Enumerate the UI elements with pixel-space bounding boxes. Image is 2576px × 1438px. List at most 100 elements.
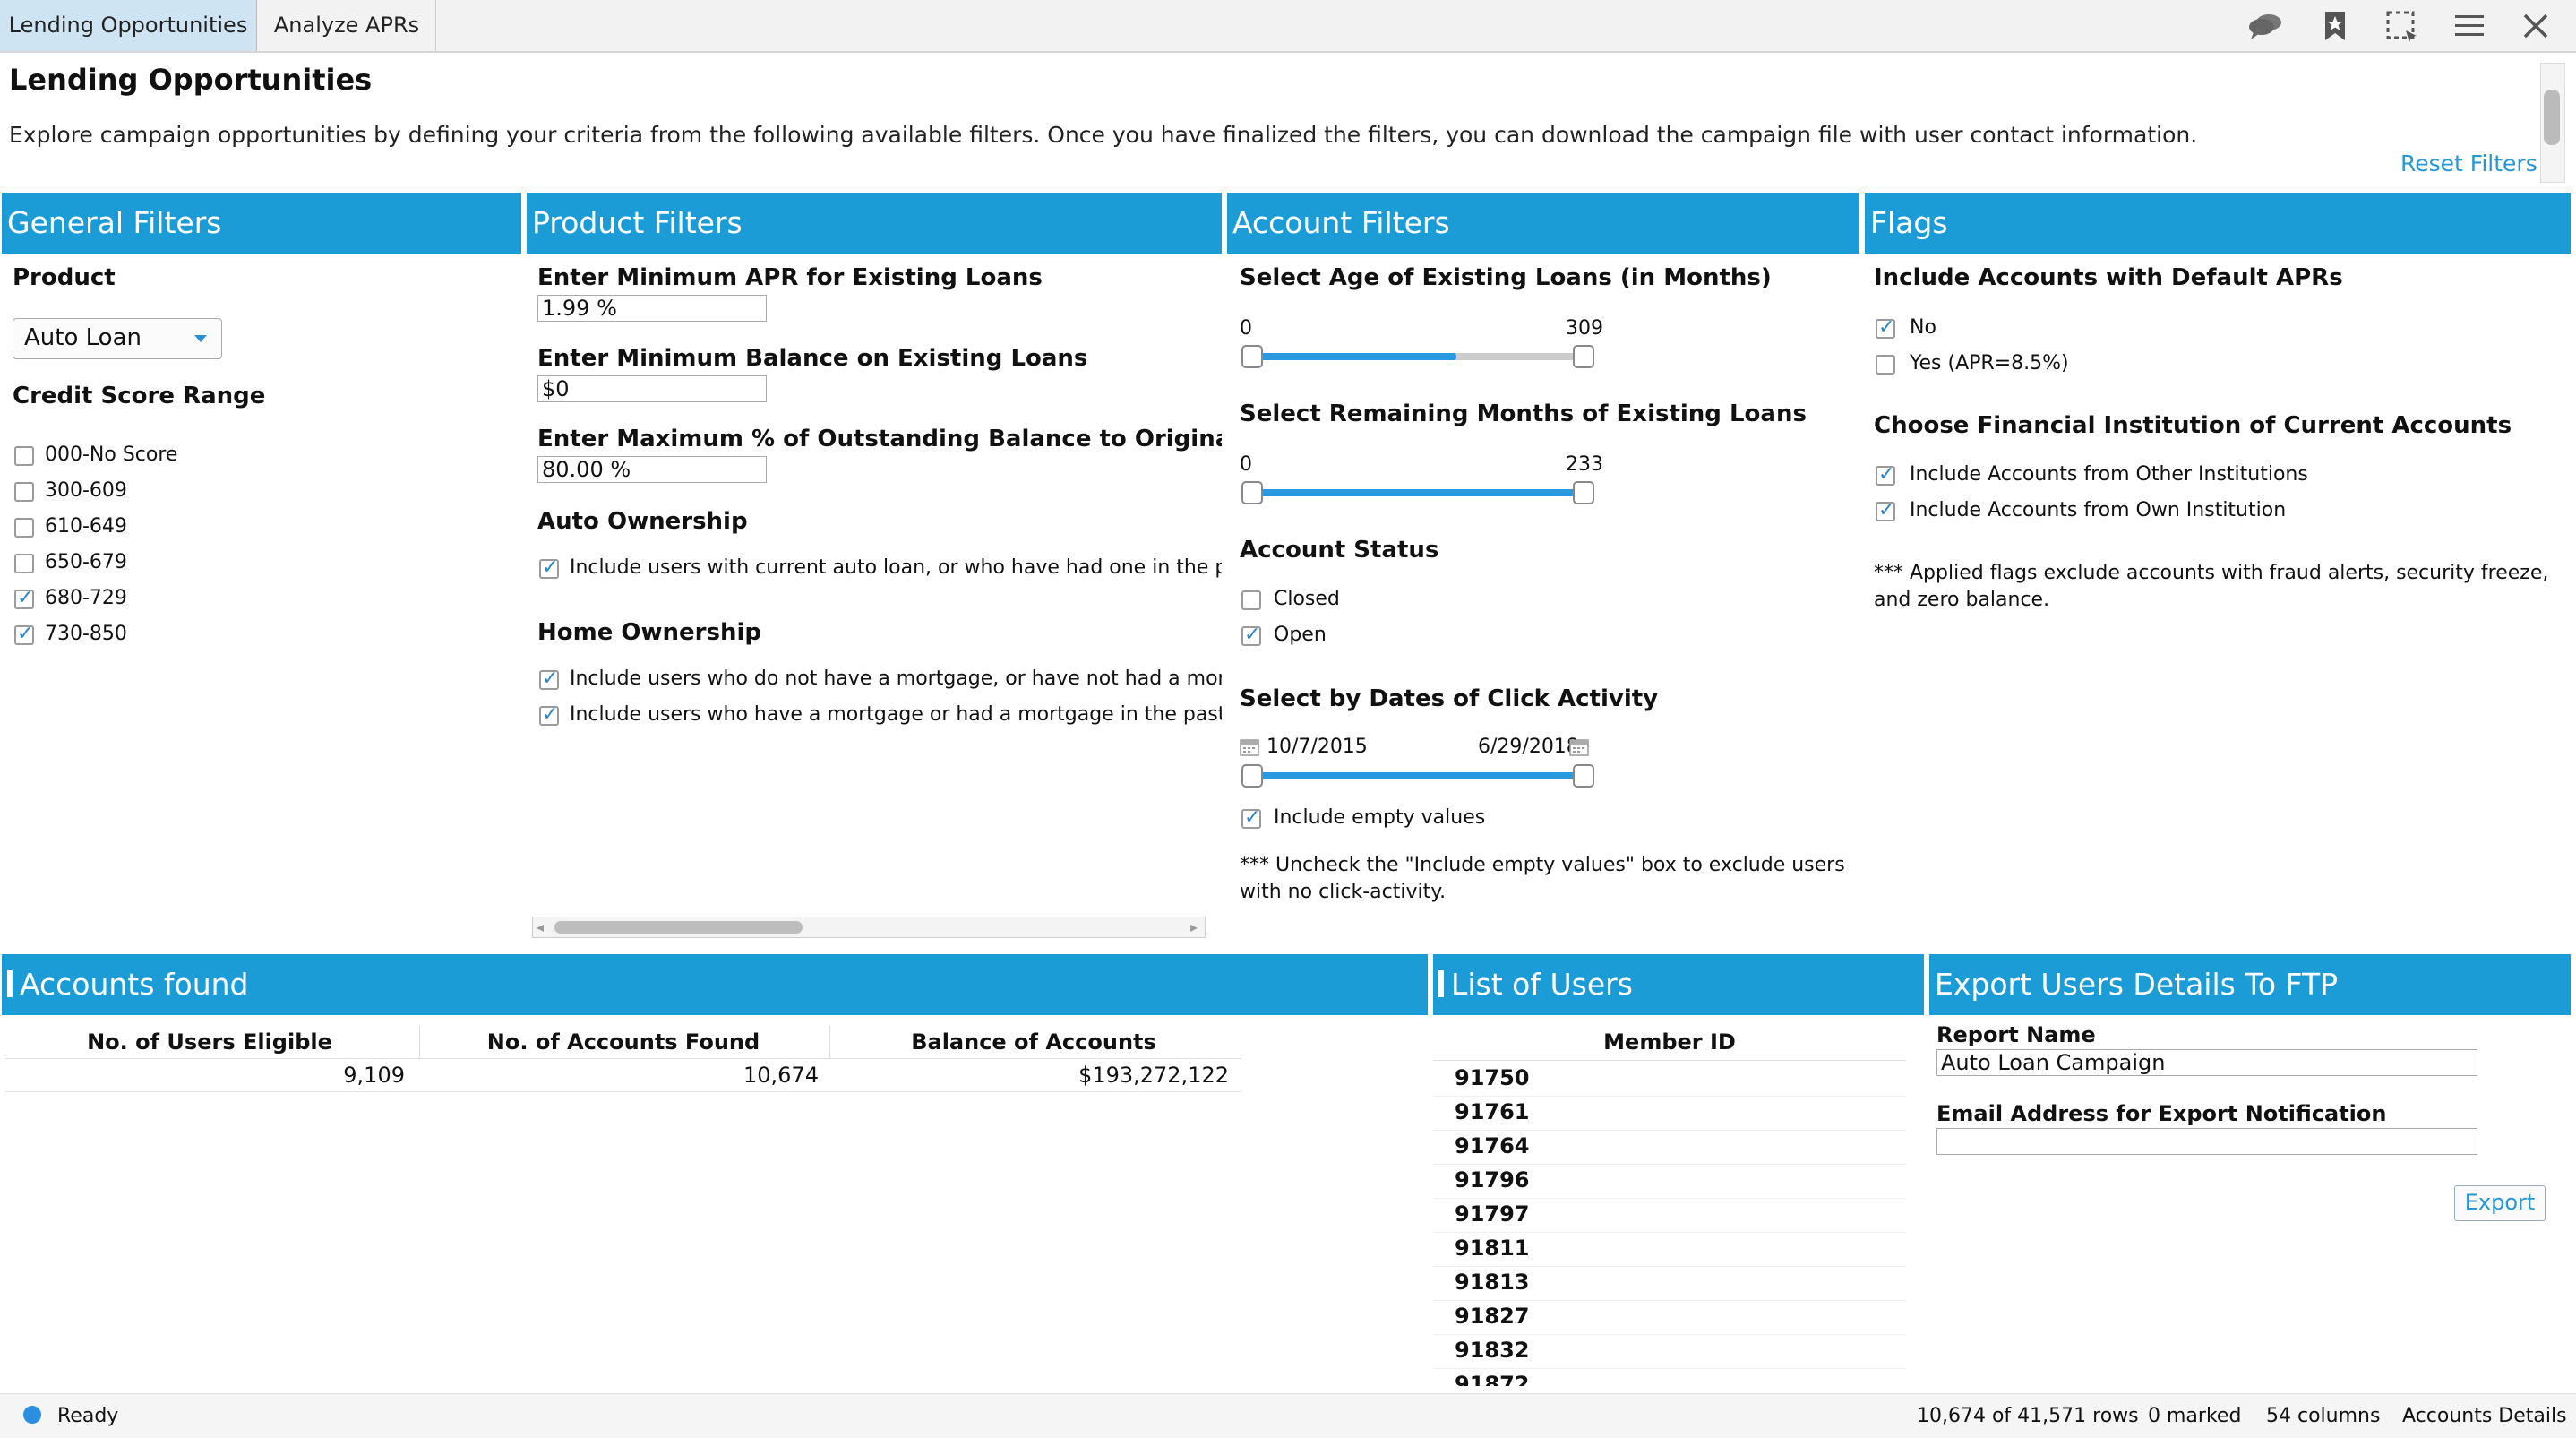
- institution-label: Choose Financial Institution of Current …: [1874, 412, 2512, 439]
- default-apr-label: Include Accounts with Default APRs: [1874, 264, 2343, 291]
- member-id: 91827: [1455, 1304, 1530, 1329]
- remaining-label: Select Remaining Months of Existing Loan…: [1240, 400, 1807, 427]
- credit-score-option: 000-No Score: [45, 443, 178, 466]
- list-item[interactable]: 91811: [1433, 1232, 1906, 1267]
- remaining-min-value: 0: [1240, 453, 1252, 476]
- email-input[interactable]: [1936, 1128, 2477, 1155]
- reset-filters-link[interactable]: Reset Filters: [2400, 151, 2537, 177]
- default-apr-no-checkbox[interactable]: [1876, 316, 1895, 339]
- export-button[interactable]: Export: [2454, 1185, 2546, 1221]
- account-filters-title: Account Filters: [1232, 205, 1450, 240]
- own-institution-option: Include Accounts from Own Institution: [1910, 499, 2287, 521]
- remaining-max-value: 233: [1566, 453, 1603, 476]
- page-scrollbar-thumb[interactable]: [2544, 90, 2560, 145]
- list-item[interactable]: 91813: [1433, 1266, 1906, 1301]
- credit-score-option: 730-850: [45, 623, 127, 645]
- remaining-slider-max-handle[interactable]: [1573, 481, 1594, 504]
- member-id: 91832: [1455, 1338, 1530, 1363]
- list-item[interactable]: 91750: [1433, 1062, 1906, 1097]
- home-mortgage-checkbox[interactable]: [539, 703, 559, 726]
- age-slider-min-handle[interactable]: [1241, 345, 1263, 368]
- list-item[interactable]: 91764: [1433, 1130, 1906, 1165]
- include-empty-checkbox[interactable]: [1241, 806, 1261, 829]
- min-apr-label: Enter Minimum APR for Existing Loans: [537, 264, 1043, 291]
- list-item[interactable]: 91797: [1433, 1198, 1906, 1233]
- credit-score-checkbox[interactable]: [14, 623, 34, 645]
- age-slider-fill: [1245, 353, 1456, 360]
- list-item[interactable]: 91832: [1433, 1334, 1906, 1369]
- status-dot-icon: [23, 1406, 41, 1424]
- default-apr-no-option: No: [1910, 316, 1936, 339]
- product-filters-hscroll-thumb[interactable]: [554, 921, 803, 934]
- chat-icon[interactable]: [2246, 7, 2284, 45]
- credit-score-option: 300-609: [45, 479, 127, 502]
- export-header: Export Users Details To FTP: [1929, 954, 2571, 1015]
- credit-score-checkbox[interactable]: [14, 587, 34, 609]
- min-apr-input[interactable]: 1.99 %: [537, 295, 767, 322]
- product-filters-hscrollbar[interactable]: ◂ ▸: [532, 917, 1206, 938]
- general-filters-header: General Filters: [2, 193, 521, 254]
- list-item[interactable]: 91827: [1433, 1300, 1906, 1335]
- email-label: Email Address for Export Notification: [1936, 1101, 2387, 1126]
- scroll-left-icon[interactable]: ◂: [537, 918, 544, 935]
- credit-score-checkbox[interactable]: [14, 554, 34, 573]
- table-row: 9,109 10,674 $193,272,122: [5, 1059, 1241, 1092]
- status-open-checkbox[interactable]: [1241, 624, 1261, 646]
- age-label: Select Age of Existing Loans (in Months): [1240, 264, 1772, 291]
- default-apr-yes-checkbox[interactable]: [1876, 355, 1895, 375]
- credit-score-checkbox[interactable]: [14, 482, 34, 502]
- close-icon[interactable]: [2517, 7, 2555, 45]
- min-balance-input[interactable]: $0: [537, 375, 767, 402]
- page-description: Explore campaign opportunities by defini…: [9, 122, 2198, 148]
- list-item[interactable]: 91761: [1433, 1096, 1906, 1131]
- list-of-users-title: List of Users: [1451, 967, 1633, 1002]
- flags-header: Flags: [1865, 193, 2571, 254]
- list-of-users-panel: List of Users Member ID 91750 91761 91764 9…: [1433, 954, 1924, 1386]
- column-header: Balance of Accounts: [911, 1029, 1156, 1055]
- other-institutions-option: Include Accounts from Other Institutions: [1910, 463, 2308, 486]
- account-note-line2: with no click-activity.: [1240, 881, 1447, 903]
- product-filters-panel: Product Filters Enter Minimum APR for Ex…: [527, 193, 1222, 945]
- credit-score-checkbox[interactable]: [14, 518, 34, 538]
- marked-count: 0 marked: [2148, 1405, 2242, 1427]
- other-institutions-checkbox[interactable]: [1876, 463, 1895, 486]
- list-item[interactable]: 91872: [1433, 1368, 1906, 1386]
- calendar-icon[interactable]: [1569, 737, 1589, 757]
- remaining-slider-min-handle[interactable]: [1241, 481, 1263, 504]
- users-eligible-value: 9,109: [343, 1063, 405, 1088]
- auto-ownership-option: Include users with current auto loan, or…: [570, 556, 1222, 579]
- tab-lending-opportunities[interactable]: Lending Opportunities: [0, 0, 257, 51]
- dates-slider-min-handle[interactable]: [1241, 764, 1263, 788]
- list-item[interactable]: 91796: [1433, 1164, 1906, 1199]
- status-closed-option: Closed: [1274, 588, 1340, 610]
- credit-score-option: 610-649: [45, 515, 127, 538]
- remaining-slider-fill: [1245, 489, 1585, 496]
- report-name-input[interactable]: Auto Loan Campaign: [1936, 1049, 2477, 1076]
- bookmark-icon[interactable]: [2316, 7, 2354, 45]
- row-count: 10,674 of 41,571 rows: [1917, 1405, 2139, 1427]
- tab-analyze-aprs[interactable]: Analyze APRs: [258, 0, 436, 51]
- dates-slider-max-handle[interactable]: [1573, 764, 1594, 788]
- status-bar: Ready 10,674 of 41,571 rows 0 marked 54 …: [0, 1393, 2576, 1438]
- calendar-icon[interactable]: [1240, 737, 1259, 757]
- menu-icon[interactable]: [2451, 7, 2488, 45]
- balance-value: $193,272,122: [1078, 1063, 1229, 1088]
- general-filters-panel: General Filters Product Auto Loan Credit…: [2, 193, 521, 945]
- click-dates-label: Select by Dates of Click Activity: [1240, 685, 1659, 712]
- status-closed-checkbox[interactable]: [1241, 590, 1261, 610]
- product-label: Product: [13, 264, 116, 291]
- max-pct-input[interactable]: 80.00 %: [537, 456, 767, 483]
- column-header: No. of Users Eligible: [87, 1029, 332, 1055]
- home-no-mortgage-checkbox[interactable]: [539, 667, 559, 690]
- product-filters-header: Product Filters: [527, 193, 1222, 254]
- member-id: 91764: [1455, 1133, 1530, 1158]
- selection-icon[interactable]: [2383, 7, 2420, 45]
- date-max-value: 6/29/2018: [1478, 736, 1579, 758]
- scroll-right-icon[interactable]: ▸: [1190, 918, 1198, 935]
- active-table-name[interactable]: Accounts Details: [2402, 1405, 2567, 1427]
- auto-ownership-checkbox[interactable]: [539, 556, 559, 579]
- own-institution-checkbox[interactable]: [1876, 499, 1895, 521]
- product-dropdown[interactable]: Auto Loan: [13, 318, 222, 359]
- credit-score-checkbox[interactable]: [14, 446, 34, 466]
- age-slider-max-handle[interactable]: [1573, 345, 1594, 368]
